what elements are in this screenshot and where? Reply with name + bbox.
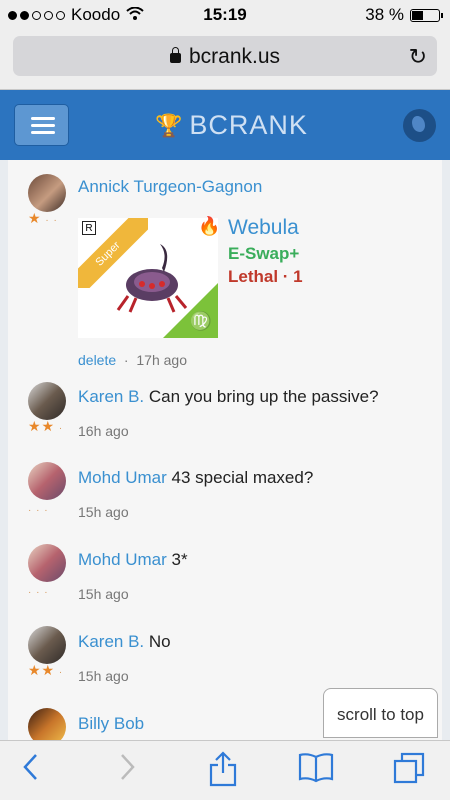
comment-author[interactable]: Karen B. [78, 387, 144, 406]
menu-button[interactable] [14, 104, 69, 146]
globe-icon[interactable] [403, 109, 436, 142]
eswap-label: E-Swap+ [228, 244, 300, 263]
battery-icon [410, 8, 443, 22]
trait-label: Lethal · 1 [228, 267, 303, 286]
back-icon[interactable] [20, 751, 40, 790]
virgo-icon: ♍ [189, 311, 212, 331]
brand-label: BCRANK [189, 110, 308, 140]
comments-list: ★ · · Annick Turgeon-Gagnon Super R ♍ 🔥 … [8, 160, 442, 740]
comment-time: 16h ago [78, 423, 129, 439]
avatar[interactable] [28, 174, 66, 212]
avatar[interactable] [28, 708, 66, 740]
avatar[interactable] [28, 626, 66, 664]
tabs-icon[interactable] [392, 751, 426, 792]
comment-time: 15h ago [78, 668, 129, 684]
comment-text: No [148, 632, 171, 651]
trophy-icon: 🏆 [155, 112, 184, 138]
comment-time: 17h ago [136, 352, 187, 368]
share-icon[interactable] [208, 751, 238, 794]
rank-stars: ★★ · [28, 418, 64, 434]
delete-link[interactable]: delete [78, 352, 116, 368]
comment-author[interactable]: Annick Turgeon-Gagnon [78, 177, 262, 196]
avatar[interactable] [28, 462, 66, 500]
lock-icon [169, 47, 181, 63]
browser-address-bar: bcrank.us ↻ [0, 30, 450, 90]
battery-percent: 38 % [365, 5, 404, 24]
comment-text: 3* [171, 550, 188, 569]
rank-stars: ★★ · [28, 662, 64, 678]
comment-time: 15h ago [78, 586, 129, 602]
comment-author[interactable]: Billy Bob [78, 714, 144, 733]
site-logo[interactable]: 🏆 BCRANK [155, 110, 308, 141]
bookmarks-icon[interactable] [298, 751, 334, 790]
comment-text: 43 special maxed? [171, 468, 314, 487]
rank-stars: · · · [28, 587, 49, 598]
comment-author[interactable]: Karen B. [78, 632, 144, 651]
status-bar: Koodo 15:19 38 % [0, 0, 450, 30]
site-header: 🏆 BCRANK [0, 90, 450, 160]
monster-name[interactable]: Webula [228, 216, 299, 240]
monster-card[interactable]: Super R ♍ [78, 218, 218, 338]
avatar[interactable] [28, 544, 66, 582]
browser-toolbar [0, 740, 450, 800]
rank-stars: ★ · · [28, 210, 58, 226]
comment-author[interactable]: Mohd Umar [78, 550, 167, 569]
forward-icon[interactable] [118, 751, 138, 790]
fire-element-icon: 🔥 [198, 216, 221, 236]
comment-text: Can you bring up the passive? [148, 387, 379, 406]
comment-author[interactable]: Mohd Umar [78, 468, 167, 487]
avatar[interactable] [28, 382, 66, 420]
rarity-icon: R [82, 221, 96, 235]
comment-time: 15h ago [78, 504, 129, 520]
url-text: bcrank.us [188, 45, 281, 68]
scroll-to-top-button[interactable]: scroll to top [323, 688, 438, 738]
rank-stars: · · · [28, 505, 49, 516]
reload-icon[interactable]: ↻ [409, 44, 427, 70]
url-field[interactable]: bcrank.us ↻ [13, 36, 437, 76]
